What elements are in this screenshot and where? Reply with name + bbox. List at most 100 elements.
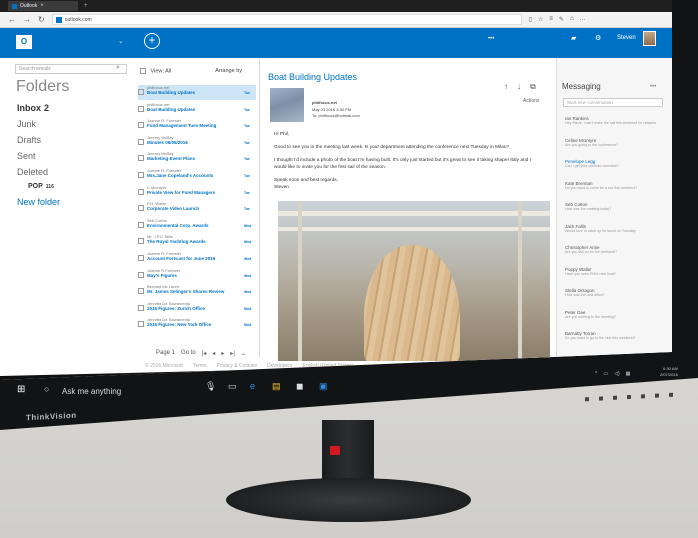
popout-icon[interactable]: ⧉ <box>530 82 536 92</box>
folder-drafts[interactable]: Drafts <box>17 135 41 145</box>
search-input[interactable]: Search emails <box>15 64 127 74</box>
favorite-star-icon[interactable]: ☆ <box>538 16 543 23</box>
file-explorer-icon[interactable]: ▤ <box>272 381 281 392</box>
message-checkbox[interactable] <box>138 138 144 145</box>
tab-close-icon[interactable]: × <box>40 3 44 9</box>
message-checkbox[interactable] <box>138 172 144 178</box>
last-page-icon[interactable]: ▸| <box>230 350 235 357</box>
contact-item[interactable]: Christopher Amie Are you still on for the… <box>565 245 665 255</box>
contact-item[interactable]: Kate Brennan Do you want to come for a ru… <box>565 181 665 191</box>
contact-item[interactable]: Jack Fallis Would love to catch up for lu… <box>565 224 665 234</box>
list-item[interactable]: C.McIntyre Private View for Fund Managers… <box>138 185 256 200</box>
view-filter[interactable]: View: All <box>151 68 172 74</box>
message-checkbox[interactable] <box>138 288 144 295</box>
message-checkbox[interactable] <box>138 188 144 195</box>
list-item[interactable]: Joanne R.Forester May's Figures Wed <box>138 268 256 283</box>
microphone-icon[interactable]: 🎙 <box>205 381 216 392</box>
actions-menu[interactable]: Actions <box>523 98 539 104</box>
prev-page-icon[interactable]: ◂ <box>212 350 215 357</box>
up-arrow-icon[interactable]: ↑ <box>504 82 508 92</box>
more-dots-icon[interactable]: ••• <box>650 84 656 90</box>
message-checkbox[interactable] <box>138 89 144 95</box>
gear-icon[interactable]: ⚙ <box>595 34 601 42</box>
list-item[interactable]: philfocus.net Boat Building Updates Tue <box>138 102 256 117</box>
store-icon[interactable]: ◼ <box>296 381 303 392</box>
folder-pop[interactable]: POP 116 <box>28 183 54 190</box>
list-item[interactable]: Joanne R. Forester Fund Management Tues M… <box>138 118 256 133</box>
message-checkbox[interactable] <box>138 205 144 212</box>
list-item[interactable]: Jennifer De Sacramento 2016 Figures: New … <box>138 317 256 332</box>
down-arrow-icon[interactable]: ↓ <box>517 82 521 92</box>
edge-icon[interactable]: e <box>250 381 255 391</box>
select-all-checkbox[interactable] <box>140 68 146 74</box>
hub-icon[interactable]: ≡ <box>549 16 553 23</box>
contact-item[interactable]: Stella Octagon How was the new office? <box>565 288 665 298</box>
list-item[interactable]: Jeremy McBay Minutes 06/05/2016 Tue <box>138 135 256 150</box>
start-conversation-input[interactable]: Start new conversation <box>563 98 663 107</box>
next-page-icon[interactable]: ▸ <box>221 350 224 357</box>
arrange-by-button[interactable]: Arrange by <box>215 68 242 74</box>
message-checkbox[interactable] <box>138 304 144 311</box>
goto-label[interactable]: Go to <box>181 350 196 357</box>
message-checkbox[interactable] <box>138 238 144 245</box>
contact-item[interactable]: Peter Gee Are you coming to the meeting? <box>565 310 665 320</box>
contact-item[interactable]: Barnaby Torran Do you want to go to the c… <box>565 331 665 341</box>
share-icon[interactable]: ⌂ <box>570 16 574 23</box>
list-item[interactable]: Bernard Mc Laren Mr. James Selinger's Sha… <box>138 284 256 299</box>
list-item[interactable]: P.H. Waller Corporate Video Launch Tue <box>138 201 256 216</box>
list-item[interactable]: Joanne R. Forester Mrs.Jane Copeland's Ac… <box>138 168 256 183</box>
message-checkbox[interactable] <box>138 155 144 162</box>
refresh-icon[interactable]: ↻ <box>38 15 45 24</box>
back-icon[interactable]: ← <box>8 15 16 24</box>
outlook-logo[interactable]: O <box>16 35 32 49</box>
more-dots-icon[interactable]: ••• <box>488 36 494 42</box>
cortana-circle-icon[interactable]: ○ <box>44 384 49 394</box>
message-checkbox[interactable] <box>138 271 144 278</box>
user-name[interactable]: Steven <box>617 35 636 41</box>
folder-inbox[interactable]: Inbox 2 <box>17 103 49 113</box>
list-item[interactable]: Jeremy McBay Marketing Event Plans Tue <box>138 151 256 166</box>
clock[interactable]: 6:30 AM 2/07/2016 <box>660 366 678 378</box>
contact-item[interactable]: Seb Cotton How was the meeting today? <box>565 202 665 212</box>
contact-item[interactable]: Poppy Waller Have you seen Phil's new boa… <box>565 267 665 277</box>
chevron-up-icon[interactable]: ^ <box>595 371 597 377</box>
list-item[interactable]: Mr. J.P.C.Tallis The Royal Yachting Award… <box>138 234 256 249</box>
forward-icon[interactable]: → <box>23 15 31 24</box>
avatar[interactable] <box>643 31 656 46</box>
list-item[interactable]: philfocus.net Boat Building Updates Tue <box>138 85 256 100</box>
windows-start-icon[interactable]: ⊞ <box>17 384 25 395</box>
address-bar[interactable]: outlook.com <box>51 14 522 25</box>
list-item[interactable]: Jennifer De Sacramento 2016 Figures: Zuri… <box>138 301 256 316</box>
contact-item[interactable]: Ian Rankins Hey Steve, I can't make the c… <box>565 116 665 126</box>
folder-deleted[interactable]: Deleted <box>17 167 48 177</box>
new-mail-plus-icon[interactable]: + <box>144 33 160 49</box>
chevron-down-icon[interactable]: ⌄ <box>241 350 246 357</box>
message-checkbox[interactable] <box>138 105 144 112</box>
cortana-search[interactable]: Ask me anything <box>62 387 121 396</box>
footer-link[interactable]: English (United States) <box>302 363 353 369</box>
search-icon[interactable]: ⌕ <box>116 64 120 72</box>
message-checkbox[interactable] <box>138 221 144 228</box>
new-tab-icon[interactable]: + <box>84 3 88 9</box>
outlook-taskbar-icon[interactable]: ▣ <box>319 381 328 392</box>
notification-icon[interactable]: ▦ <box>626 371 631 377</box>
reading-view-icon[interactable]: ▯ <box>529 16 532 23</box>
first-page-icon[interactable]: |◂ <box>202 350 207 357</box>
contact-item[interactable]: Celine McIntyre Are you going to the conf… <box>565 138 665 148</box>
message-checkbox[interactable] <box>138 122 144 129</box>
browser-tab[interactable]: Outlook × <box>8 1 78 11</box>
task-view-icon[interactable]: ▭ <box>228 381 237 392</box>
message-checkbox[interactable] <box>138 321 144 328</box>
footer-link[interactable]: Terms <box>193 363 207 369</box>
more-icon[interactable]: … <box>580 16 586 23</box>
network-icon[interactable]: ▭ <box>603 371 608 377</box>
footer-link[interactable]: Privacy & Cookies <box>217 363 258 369</box>
footer-link[interactable]: Developers <box>267 363 292 369</box>
new-folder-link[interactable]: New folder <box>17 197 60 207</box>
web-note-icon[interactable]: ✎ <box>559 16 564 23</box>
chevron-down-icon[interactable]: ⌄ <box>118 37 124 45</box>
folder-sent[interactable]: Sent <box>17 151 36 161</box>
contact-item[interactable]: Penelope Legg Can I get your portfolio ov… <box>565 159 665 169</box>
list-item[interactable]: Joanne R. Forester Account Forecast for J… <box>138 251 256 266</box>
folder-junk[interactable]: Junk <box>17 119 36 129</box>
